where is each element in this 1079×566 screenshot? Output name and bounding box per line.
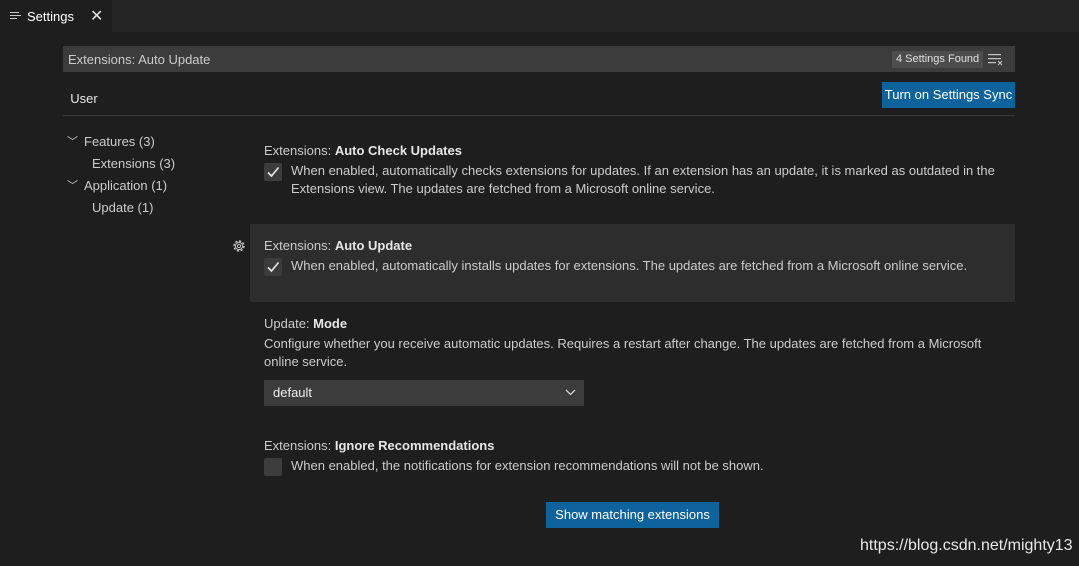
setting-name: Auto Check Updates xyxy=(334,143,462,158)
toc-item-extensions[interactable]: Extensions (3) xyxy=(63,154,233,176)
auto-update-checkbox[interactable] xyxy=(264,258,282,276)
setting-category: Extensions: xyxy=(264,143,335,158)
chevron-down-icon xyxy=(565,389,576,396)
update-mode-select[interactable]: default xyxy=(264,380,584,406)
select-value: default xyxy=(273,385,313,400)
header-divider xyxy=(63,115,1015,116)
tab-settings[interactable]: Settings ✕ xyxy=(0,0,112,32)
setting-auto-update: Extensions: Auto Update When enabled, au… xyxy=(250,224,1015,302)
setting-title: Update: Mode xyxy=(264,316,347,331)
turn-on-settings-sync-button[interactable]: Turn on Settings Sync xyxy=(882,82,1015,108)
close-icon[interactable]: ✕ xyxy=(90,6,103,26)
setting-category: Extensions: xyxy=(264,238,335,253)
toc-label: Extensions (3) xyxy=(92,156,176,171)
gear-icon[interactable] xyxy=(231,238,247,254)
show-matching-extensions-button[interactable]: Show matching extensions xyxy=(546,502,719,528)
description-line: Configure whether you receive automatic … xyxy=(264,336,982,351)
toc-item-update[interactable]: Update (1) xyxy=(63,198,233,220)
description-line: online service. xyxy=(264,354,348,369)
setting-description: Configure whether you receive automatic … xyxy=(264,335,994,371)
results-count-badge: 4 Settings Found xyxy=(892,51,984,68)
chevron-down-icon: ﹀ xyxy=(67,180,78,192)
settings-lines-icon xyxy=(10,11,22,21)
toc-item-application[interactable]: ﹀ Application (1) xyxy=(63,176,233,198)
clear-filter-icon[interactable] xyxy=(987,52,1003,66)
setting-title: Extensions: Ignore Recommendations xyxy=(264,438,494,453)
settings-search-bar: 4 Settings Found xyxy=(63,46,1015,72)
setting-name: Mode xyxy=(313,316,348,331)
toc-item-features[interactable]: ﹀ Features (3) xyxy=(63,132,233,154)
tab-user-scope[interactable]: User xyxy=(63,88,105,116)
setting-title: Extensions: Auto Check Updates xyxy=(264,143,462,158)
setting-description: When enabled, automatically checks exten… xyxy=(291,162,1011,198)
setting-title: Extensions: Auto Update xyxy=(264,238,412,253)
description-line: Extensions view. The updates are fetched… xyxy=(291,181,715,196)
setting-category: Update: xyxy=(264,316,314,331)
description-line: When enabled, the notifications for exte… xyxy=(291,458,764,473)
setting-name: Ignore Recommendations xyxy=(334,438,495,453)
settings-toc: ﹀ Features (3) Extensions (3) ﹀ Applicat… xyxy=(63,132,233,220)
check-icon xyxy=(267,261,280,273)
setting-ignore-recommendations: Extensions: Ignore Recommendations When … xyxy=(250,435,1015,480)
setting-description: When enabled, automatically installs upd… xyxy=(291,257,1011,275)
chevron-down-icon: ﹀ xyxy=(67,136,78,148)
check-icon xyxy=(267,166,280,178)
toc-label: Update (1) xyxy=(92,200,154,215)
tab-label: Settings xyxy=(27,8,74,24)
setting-name: Auto Update xyxy=(334,238,413,253)
watermark-text: https://blog.csdn.net/mighty13 xyxy=(860,537,1073,554)
toc-label: Application (1) xyxy=(84,178,168,193)
auto-check-updates-checkbox[interactable] xyxy=(264,163,282,181)
toc-label: Features (3) xyxy=(84,134,155,149)
description-line: When enabled, automatically installs upd… xyxy=(291,258,968,273)
editor-tab-bar: Settings ✕ xyxy=(0,0,1079,32)
ignore-recommendations-checkbox[interactable] xyxy=(264,458,282,476)
setting-auto-check-updates: Extensions: Auto Check Updates When enab… xyxy=(250,140,1015,202)
setting-description: When enabled, the notifications for exte… xyxy=(291,457,1011,475)
setting-category: Extensions: xyxy=(264,438,335,453)
search-input[interactable] xyxy=(68,51,868,67)
description-line: When enabled, automatically checks exten… xyxy=(291,163,995,178)
